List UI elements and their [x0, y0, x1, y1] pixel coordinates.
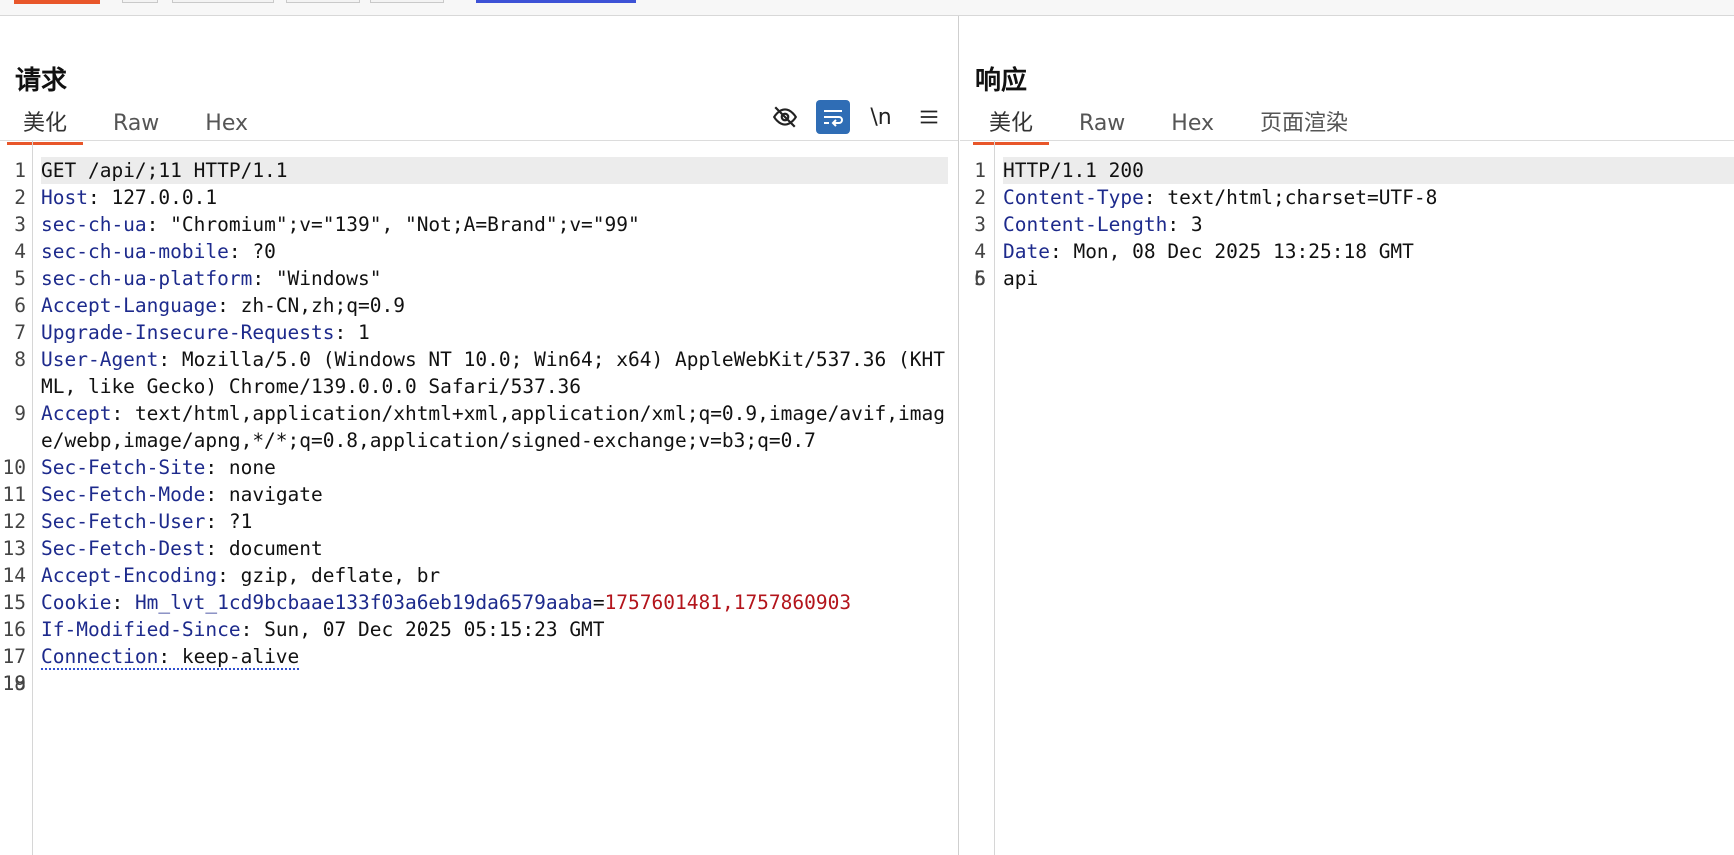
header-line: 14 Accept-Encoding: gzip, deflate, br	[2, 564, 441, 587]
header-line: 13 Sec-Fetch-Dest: document	[2, 537, 323, 560]
header-line: 3 sec-ch-ua: "Chromium";v="139", "Not;A=B…	[14, 213, 640, 236]
header-line: 4 sec-ch-ua-mobile: ?0	[14, 240, 276, 263]
tab-pretty[interactable]: 美化	[6, 107, 84, 145]
header-line: 17 Connection: keep-alive	[2, 645, 300, 670]
request-title: 请求	[15, 66, 68, 96]
header-line: 12 Sec-Fetch-User: ?1	[2, 510, 253, 533]
cookie-name: Hm_lvt_1cd9bcbaae133f03a6eb19da6579aaba	[134, 591, 593, 614]
connection-header[interactable]: Connection: keep-alive	[41, 645, 300, 670]
cancel-button[interactable]	[122, 0, 158, 3]
header-line: 7 Upgrade-Insecure-Requests: 1	[14, 321, 370, 344]
header-line: 5 sec-ch-ua-platform: "Windows"	[14, 267, 382, 290]
target-link[interactable]	[476, 0, 636, 3]
header-line: 6 Accept-Language: zh-CN,zh;q=0.9	[14, 294, 405, 317]
request-code: 1 GET /api/;11 HTTP/1.1 2 Host: 127.0.0.1 …	[0, 157, 948, 695]
header-line: 8 User-Agent: Mozilla/5.0 (Windows NT 10.…	[14, 348, 945, 398]
header-line: 2 Content-Type: text/html;charset=UTF-8	[974, 186, 1438, 209]
forward-button[interactable]	[286, 0, 360, 3]
cookie-value: 1757601481,1757860903	[604, 591, 852, 614]
request-tabs: 美化 Raw Hex	[6, 107, 286, 145]
response-editor[interactable]: 1 HTTP/1.1 200 2 Content-Type: text/html;c…	[960, 141, 1734, 855]
request-editor[interactable]: 1 GET /api/;11 HTTP/1.1 2 Host: 127.0.0.1 …	[0, 141, 958, 855]
newline-icon[interactable]: \n	[864, 100, 898, 134]
response-pane: 响应 美化 Raw Hex 页面渲染 1 HTTP/1.1 200 2 Conten…	[960, 16, 1734, 855]
body-line: 6 api	[974, 267, 1039, 290]
cookie-line: 15 Cookie: Hm_lvt_1cd9bcbaae133f03a6eb19d…	[2, 591, 852, 614]
header-line: 10 Sec-Fetch-Site: none	[2, 456, 276, 479]
send-button[interactable]	[14, 0, 100, 4]
status-line: 1 HTTP/1.1 200	[960, 157, 1734, 184]
request-line: 1 GET /api/;11 HTTP/1.1	[0, 157, 948, 184]
request-editor-tools: \n	[754, 100, 946, 134]
response-tabs: 美化 Raw Hex 页面渲染	[972, 107, 1386, 145]
response-code: 1 HTTP/1.1 200 2 Content-Type: text/html;c…	[960, 157, 1734, 292]
tab-hex[interactable]: Hex	[197, 107, 256, 141]
header-line: 11 Sec-Fetch-Mode: navigate	[2, 483, 323, 506]
menu-icon[interactable]	[912, 100, 946, 134]
response-title: 响应	[975, 66, 1028, 96]
top-toolbar	[0, 0, 1734, 16]
wrap-icon[interactable]	[816, 100, 850, 134]
tab-render[interactable]: 页面渲染	[1252, 107, 1356, 141]
header-line: 2 Host: 127.0.0.1	[14, 186, 218, 209]
tab-raw[interactable]: Raw	[1071, 107, 1133, 141]
tab-raw[interactable]: Raw	[105, 107, 167, 141]
tab-pretty[interactable]: 美化	[972, 107, 1050, 145]
tab-hex[interactable]: Hex	[1163, 107, 1222, 141]
header-line: 4 Date: Mon, 08 Dec 2025 13:25:18 GMT	[974, 240, 1414, 263]
history-button[interactable]	[370, 0, 444, 3]
eye-off-icon[interactable]	[768, 100, 802, 134]
header-line: 3 Content-Length: 3	[974, 213, 1203, 236]
header-line: 16 If-Modified-Since: Sun, 07 Dec 2025 05…	[2, 618, 605, 641]
header-line: 9 Accept: text/html,application/xhtml+xml…	[14, 402, 945, 452]
request-pane: 请求 美化 Raw Hex \n 1 GET /api/;11 HTTP/1.1…	[0, 16, 959, 855]
back-button[interactable]	[172, 0, 274, 3]
